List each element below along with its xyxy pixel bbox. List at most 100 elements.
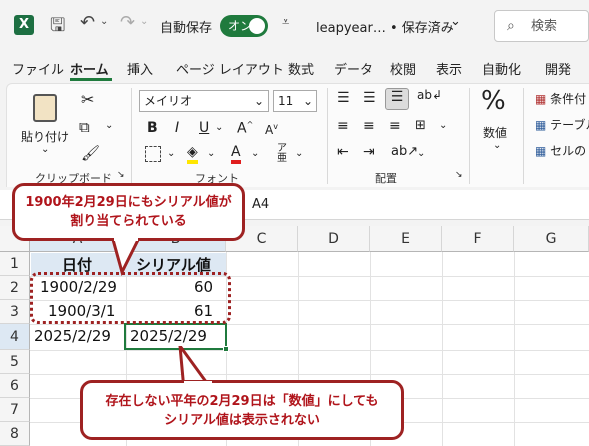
font-color-icon[interactable]: A [231,144,241,164]
row-header-6[interactable]: 6 [0,374,30,398]
format-as-table-label: テーブル [550,118,589,132]
cell-styles-button[interactable]: ▦ セルの [535,142,586,159]
font-name-value: メイリオ [144,94,193,108]
group-separator [131,88,132,184]
fill-color-dropdown-icon[interactable]: ⌄ [207,148,215,159]
copy-icon[interactable]: ⧉ [79,118,90,136]
cell-styles-icon: ▦ [535,144,547,158]
column-header-f[interactable]: F [442,226,514,252]
tab-page-layout[interactable]: ページ レイアウト [176,59,284,78]
top-callout-line1: 1900年2月29日にもシリアル値が [25,195,232,210]
orientation-dropdown-icon[interactable]: ⌄ [417,148,425,159]
undo-dropdown-icon[interactable]: ⌄ [100,16,108,27]
row-header-8[interactable]: 8 [0,422,30,446]
font-size-select[interactable]: 11 ⌄ [273,90,317,112]
underline-dropdown-icon[interactable]: ⌄ [215,122,223,133]
bold-icon[interactable]: B [147,120,158,136]
paste-icon[interactable] [33,94,57,122]
table-icon: ▦ [535,118,547,132]
number-format-button[interactable]: 数値 [483,124,507,141]
merge-dropdown-icon[interactable]: ⌄ [439,120,447,131]
fill-color-icon[interactable]: ◈ [187,144,198,164]
autosave-label: 自動保存 [160,21,213,36]
formula-content[interactable]: A4 [252,197,269,212]
bottom-callout: 存在しない平年の2月29日は「数値」にしても シリアル値は表示されない [80,380,404,440]
underline-icon[interactable]: U [199,120,209,136]
title-bar: X 🖫 ↶ ⌄ ↷ ⌄ 自動保存 オン ⩡ leapyear… • 保存済み ⌄… [0,0,589,52]
format-painter-icon[interactable]: 🖌 [81,144,100,162]
clipboard-launcher-icon[interactable]: ↘ [117,170,125,180]
column-header-e[interactable]: E [370,226,442,252]
redo-dropdown-icon[interactable]: ⌄ [140,16,148,27]
align-middle-icon[interactable]: ☰ [363,90,376,106]
row-header-1[interactable]: 1 [0,252,30,276]
column-header-g[interactable]: G [514,226,589,252]
copy-dropdown-icon[interactable]: ⌄ [105,120,113,131]
row-header-3[interactable]: 3 [0,300,30,324]
phonetic-icon[interactable]: ア亜 [277,144,287,164]
borders-dropdown-icon[interactable]: ⌄ [167,148,175,159]
tab-developer[interactable]: 開発 [545,59,571,78]
phonetic-dropdown-icon[interactable]: ⌄ [295,148,303,159]
tab-review[interactable]: 校閲 [390,59,416,78]
customize-qat-icon[interactable]: ⩡ [282,15,289,30]
ribbon: 貼り付け ⌄ ✂ ⧉ ⌄ 🖌 クリップボード ↘ メイリオ ⌄ 11 ⌄ B I… [6,83,589,187]
paste-button[interactable]: 貼り付け [21,128,69,145]
decrease-font-icon[interactable]: Av [265,122,278,137]
conditional-format-icon: ▦ [535,92,547,106]
font-size-dropdown-icon: ⌄ [302,94,313,108]
search-icon: ⌕ [507,18,515,34]
tab-automate[interactable]: 自動化 [482,59,521,78]
cell-b4[interactable]: 2025/2/29 [130,327,207,345]
undo-icon[interactable]: ↶ [80,12,95,33]
increase-font-icon[interactable]: A^ [237,120,253,137]
file-name[interactable]: leapyear… • 保存済み [316,17,454,36]
tab-formulas[interactable]: 数式 [288,59,314,78]
file-name-chevron-icon[interactable]: ⌄ [450,14,461,29]
tab-file[interactable]: ファイル [12,59,64,78]
gridline [442,252,443,446]
alignment-launcher-icon[interactable]: ↘ [455,170,463,180]
align-bottom-icon[interactable]: ☰ [385,88,409,110]
percent-icon[interactable]: % [481,86,506,116]
row-header-7[interactable]: 7 [0,398,30,422]
conditional-format-label: 条件付 [550,92,587,106]
conditional-format-button[interactable]: ▦ 条件付 [535,90,586,107]
row-header-4[interactable]: 4 [0,324,30,350]
cell-a4[interactable]: 2025/2/29 [34,327,111,345]
bottom-callout-pointer-join [184,381,212,387]
tab-home[interactable]: ホーム [70,59,109,78]
group-separator [327,88,328,184]
redo-icon[interactable]: ↷ [120,12,135,33]
group-separator [523,88,524,184]
decrease-indent-icon[interactable]: ⇤ [337,144,349,160]
merge-center-icon[interactable]: ⊞ [415,118,426,133]
align-center-icon[interactable]: ≡ [363,118,375,134]
italic-icon[interactable]: I [175,120,179,136]
row-header-5[interactable]: 5 [0,350,30,374]
format-as-table-button[interactable]: ▦ テーブル [535,116,589,133]
search-box[interactable]: ⌕ 検索 [494,10,589,42]
paste-dropdown-icon[interactable]: ⌄ [41,144,49,155]
tab-view[interactable]: 表示 [436,59,462,78]
align-left-icon[interactable]: ≡ [337,118,349,134]
fill-handle[interactable] [223,346,229,352]
borders-icon[interactable] [145,146,161,162]
save-icon[interactable]: 🖫 [50,13,65,43]
tab-insert[interactable]: 挿入 [127,59,153,78]
orientation-icon[interactable]: ab↗ [391,144,418,159]
font-name-dropdown-icon: ⌄ [253,94,264,108]
tab-data[interactable]: データ [334,59,373,78]
font-name-select[interactable]: メイリオ ⌄ [139,90,269,112]
font-color-dropdown-icon[interactable]: ⌄ [251,148,259,159]
column-header-d[interactable]: D [298,226,370,252]
autosave-toggle[interactable]: オン [220,15,268,37]
increase-indent-icon[interactable]: ⇥ [363,144,375,160]
row-header-2[interactable]: 2 [0,276,30,300]
gridline [30,324,589,325]
number-dropdown-icon[interactable]: ⌄ [493,140,501,151]
wrap-text-icon[interactable]: ab↲ [417,88,442,102]
align-top-icon[interactable]: ☰ [337,90,350,106]
align-right-icon[interactable]: ≡ [389,118,401,134]
cut-icon[interactable]: ✂ [81,90,94,109]
